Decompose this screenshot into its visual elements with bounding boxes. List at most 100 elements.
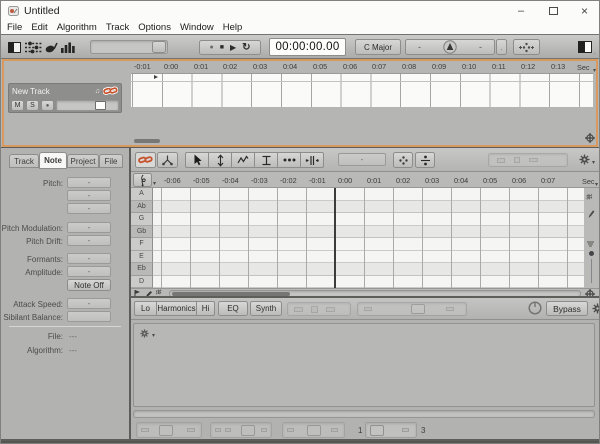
tab-project[interactable]: Project <box>67 154 99 168</box>
sound-settings-gear-icon[interactable] <box>592 303 600 314</box>
clef-dropdown-icon[interactable]: ▾ <box>153 181 156 187</box>
note-label[interactable]: Gb <box>131 226 153 239</box>
ruler-unit[interactable]: Sec <box>577 63 590 72</box>
note-label[interactable]: A <box>131 188 153 201</box>
track-volume-handle[interactable] <box>95 101 106 110</box>
note-label[interactable]: Eb <box>131 263 153 276</box>
correct-pitch-button[interactable] <box>393 152 413 168</box>
menu-track[interactable]: Track <box>106 22 129 33</box>
track-header[interactable]: New Track ♫ M S ● <box>8 83 122 113</box>
note-assignment-button[interactable] <box>513 39 540 55</box>
tool-formant[interactable] <box>254 152 278 168</box>
scale-snap-icon[interactable]: ♯♯ <box>586 194 591 201</box>
macro-gear-dropdown-icon[interactable]: ▾ <box>152 333 155 339</box>
note-label[interactable]: Ab <box>131 201 153 214</box>
macro-range-slider[interactable] <box>365 422 417 438</box>
pitch-field-2[interactable]: - <box>67 190 111 201</box>
piano-roll[interactable] <box>153 188 584 288</box>
tab-file[interactable]: File <box>99 154 123 168</box>
close-button[interactable]: × <box>570 1 599 21</box>
hi-button[interactable]: Hi <box>196 301 215 316</box>
knob-icon[interactable] <box>528 301 542 315</box>
tempo-menu-button[interactable]: . <box>496 39 507 55</box>
algorithm-link-icon[interactable] <box>103 86 118 96</box>
menu-file[interactable]: File <box>7 22 22 33</box>
bypass-button[interactable]: Bypass <box>546 301 588 316</box>
harmonics-button[interactable]: Harmonics <box>156 301 197 316</box>
playhead-marker-icon[interactable] <box>154 75 158 79</box>
tab-note[interactable]: Note <box>39 152 67 169</box>
tool-pitch[interactable] <box>208 152 232 168</box>
time-display[interactable]: 00:00:00.00 <box>269 38 346 56</box>
menu-options[interactable]: Options <box>138 22 171 33</box>
play-button[interactable]: ▶ <box>230 43 236 52</box>
divider-horizontal-mid[interactable] <box>129 296 599 298</box>
note-label[interactable]: E <box>131 251 153 264</box>
editor-settings-gear-icon[interactable] <box>579 154 590 165</box>
note-label[interactable]: G <box>131 213 153 226</box>
stop-button[interactable]: ■ <box>220 44 224 51</box>
ruler-unit-dropdown-icon[interactable]: ▾ <box>593 68 596 74</box>
key-selector[interactable]: C Major <box>355 39 401 55</box>
vzoom-slider-handle[interactable] <box>589 251 594 256</box>
pitch-field-3[interactable]: - <box>67 203 111 214</box>
macro-gear-icon[interactable] <box>140 329 149 338</box>
arrange-resize-icon[interactable] <box>585 133 595 143</box>
macro-combo[interactable]: - <box>338 153 386 166</box>
formants-field[interactable]: - <box>67 253 111 264</box>
lo-button[interactable]: Lo <box>134 301 157 316</box>
pitch-field-1[interactable]: - <box>67 177 111 188</box>
note-off-button[interactable]: Note Off <box>67 279 111 291</box>
sound-content[interactable]: ▾ <box>133 323 595 407</box>
panel-layout-dropdown-icon[interactable]: . <box>594 50 596 56</box>
levels-icon[interactable] <box>61 42 75 53</box>
tool-pitch-modulation[interactable] <box>231 152 255 168</box>
playhead[interactable] <box>334 188 336 288</box>
editor-settings-dropdown-icon[interactable]: ▾ <box>592 160 595 166</box>
menu-window[interactable]: Window <box>180 22 214 33</box>
sibilant-balance-field[interactable] <box>67 311 111 322</box>
track-volume-slider[interactable] <box>56 100 119 111</box>
maximize-button[interactable] <box>538 1 568 21</box>
editor-ruler-unit[interactable]: Sec <box>582 177 595 186</box>
divider-vertical[interactable] <box>129 148 131 440</box>
arrange-lanes[interactable] <box>131 73 593 107</box>
menu-edit[interactable]: Edit <box>31 22 47 33</box>
track-name[interactable]: New Track <box>12 87 95 96</box>
vzoom-slider-track[interactable] <box>591 259 592 283</box>
panel-layout-toggle[interactable] <box>578 41 592 53</box>
edit-pencil-icon[interactable] <box>587 209 595 219</box>
record-arm-button[interactable]: ● <box>41 100 54 111</box>
synth-button[interactable]: Synth <box>250 301 282 316</box>
pitch-modulation-field[interactable]: - <box>67 222 111 233</box>
eq-button[interactable]: EQ <box>218 301 248 316</box>
pitch-drift-field[interactable]: - <box>67 235 111 246</box>
editor-unit-dropdown-icon[interactable]: ▾ <box>595 182 598 188</box>
menu-algorithm[interactable]: Algorithm <box>57 22 97 33</box>
zoom-slider-handle[interactable] <box>152 41 166 53</box>
note-label[interactable]: F <box>131 238 153 251</box>
tab-track[interactable]: Track <box>9 154 39 168</box>
menu-help[interactable]: Help <box>223 22 243 33</box>
macro-range-handle[interactable] <box>370 425 384 436</box>
tool-arrow[interactable] <box>185 152 209 168</box>
tempo-control[interactable]: - - <box>405 39 495 55</box>
arrange-hscroll-handle[interactable] <box>134 139 160 143</box>
note-split-tool-button[interactable] <box>157 152 178 168</box>
record-button[interactable]: ● <box>209 44 213 51</box>
amplitude-field[interactable]: - <box>67 266 111 277</box>
pitch-link-button[interactable] <box>135 152 156 168</box>
note-blob-icon[interactable] <box>45 41 58 53</box>
tool-amplitude[interactable] <box>277 152 301 168</box>
attack-speed-field[interactable]: - <box>67 298 111 309</box>
quantize-time-button[interactable] <box>415 152 435 168</box>
solo-button[interactable]: S <box>26 100 39 111</box>
track-params-icon[interactable] <box>25 41 42 54</box>
clef-button[interactable] <box>133 173 152 187</box>
tool-time[interactable] <box>300 152 324 168</box>
display-toggle-icon[interactable] <box>8 42 21 53</box>
cycle-button[interactable]: ↻ <box>242 42 250 53</box>
note-label[interactable]: D <box>131 276 153 289</box>
minimize-button[interactable]: – <box>506 1 536 21</box>
mute-button[interactable]: M <box>11 100 24 111</box>
